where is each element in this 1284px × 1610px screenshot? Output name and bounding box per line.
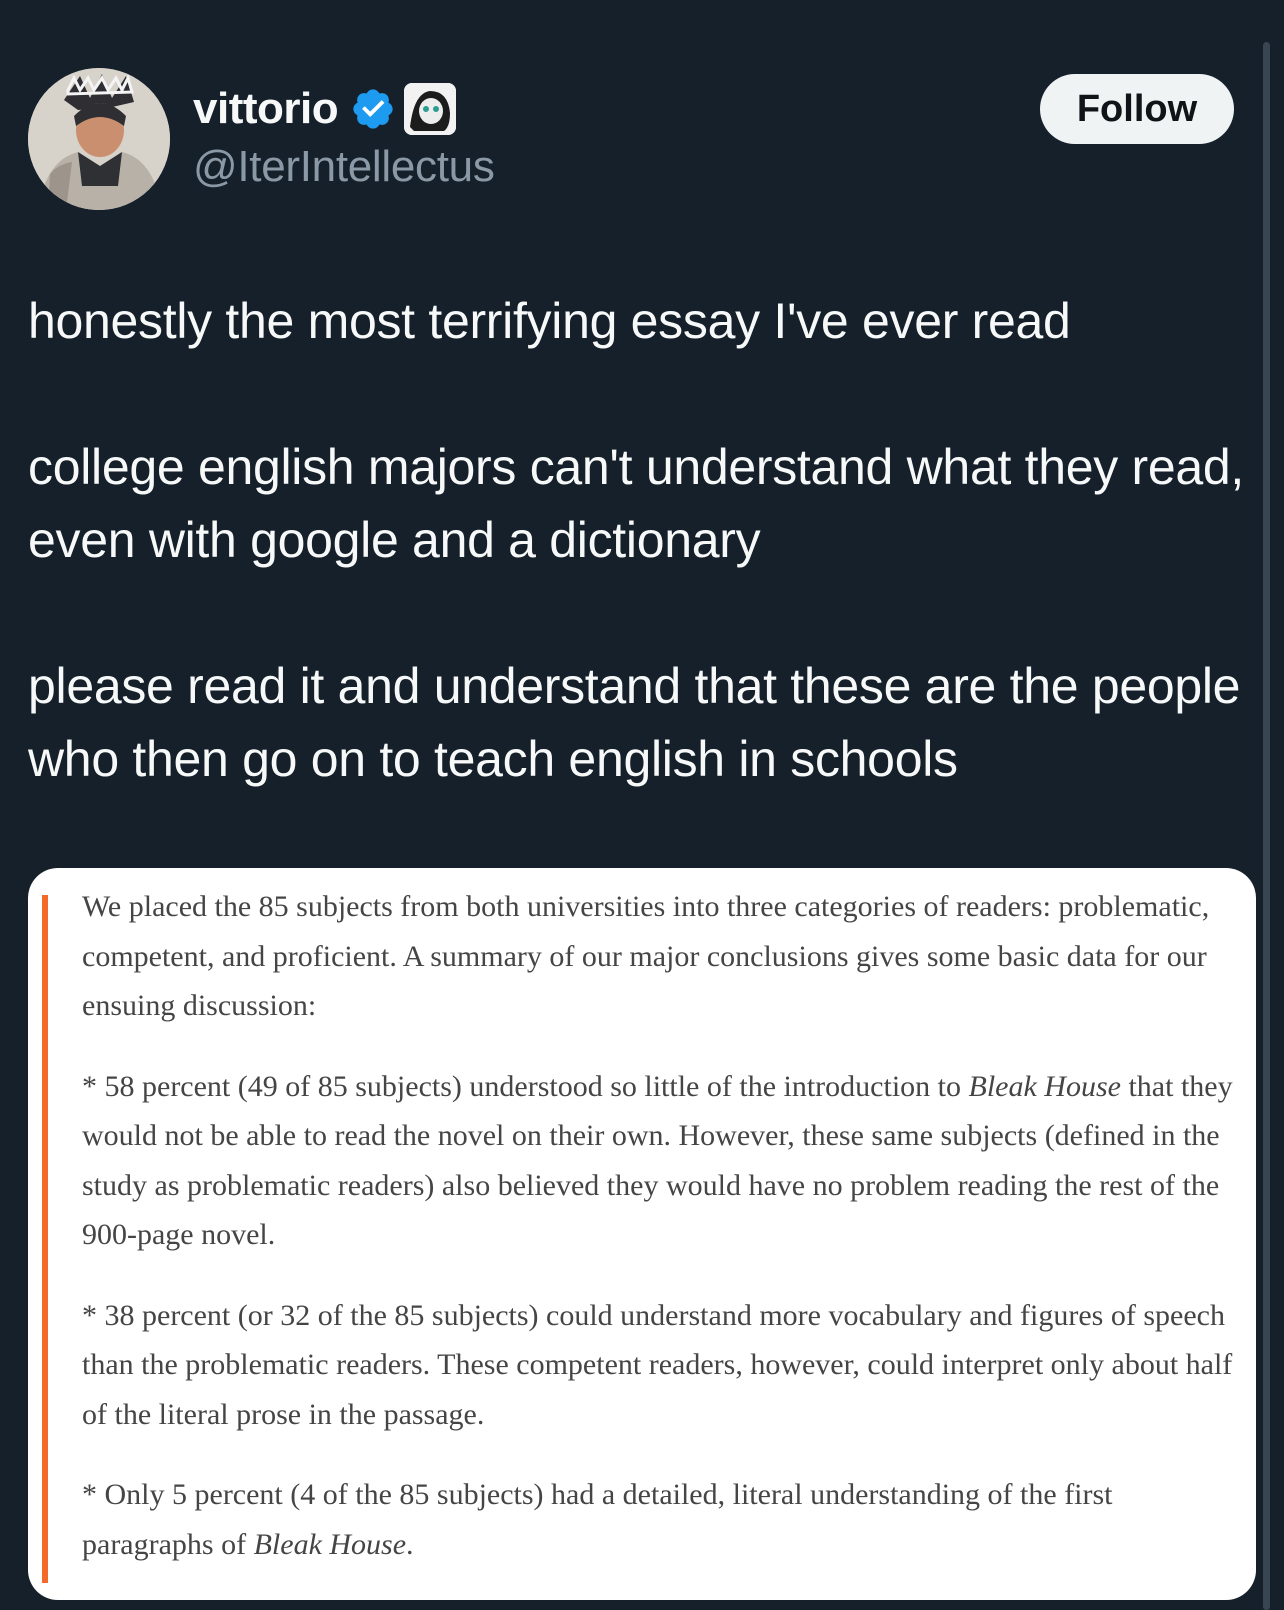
scrollbar[interactable]	[1263, 42, 1270, 1610]
author-handle[interactable]: @IterIntellectus	[193, 142, 495, 192]
verified-badge-icon[interactable]	[350, 86, 396, 132]
book-title: Bleak House	[253, 1527, 407, 1561]
quoted-image-card[interactable]: We placed the 85 subjects from both univ…	[28, 868, 1256, 1600]
author-info: vittorio @IterIntellectus	[193, 78, 495, 192]
book-title: Bleak House	[968, 1069, 1121, 1103]
tweet-paragraph: honestly the most terrifying essay I've …	[28, 293, 1071, 349]
follow-button[interactable]: Follow	[1040, 74, 1234, 144]
quote-bullet-3: * Only 5 percent (4 of the 85 subjects) …	[82, 1478, 1113, 1561]
author-display-name[interactable]: vittorio	[193, 84, 339, 134]
quote-bullet-2: * 38 percent (or 32 of the 85 subjects) …	[82, 1298, 1233, 1431]
quote-intro: We placed the 85 subjects from both univ…	[82, 890, 1210, 1022]
quote-bullet-1: * 58 percent (49 of 85 subjects) underst…	[82, 1069, 1233, 1252]
blockquote: We placed the 85 subjects from both univ…	[82, 882, 1242, 1600]
tweet-header: vittorio @IterIntellectus Follow	[28, 68, 1234, 212]
anime-avatar-icon[interactable]	[28, 68, 170, 210]
blockquote-accent-bar	[42, 895, 48, 1583]
tweet-text: honestly the most terrifying essay I've …	[28, 285, 1248, 796]
tweet-paragraph: college english majors can't understand …	[28, 439, 1244, 568]
author-name-row: vittorio	[193, 78, 495, 140]
affiliate-badge-icon[interactable]	[404, 83, 457, 135]
tweet-paragraph: please read it and understand that these…	[28, 658, 1241, 787]
